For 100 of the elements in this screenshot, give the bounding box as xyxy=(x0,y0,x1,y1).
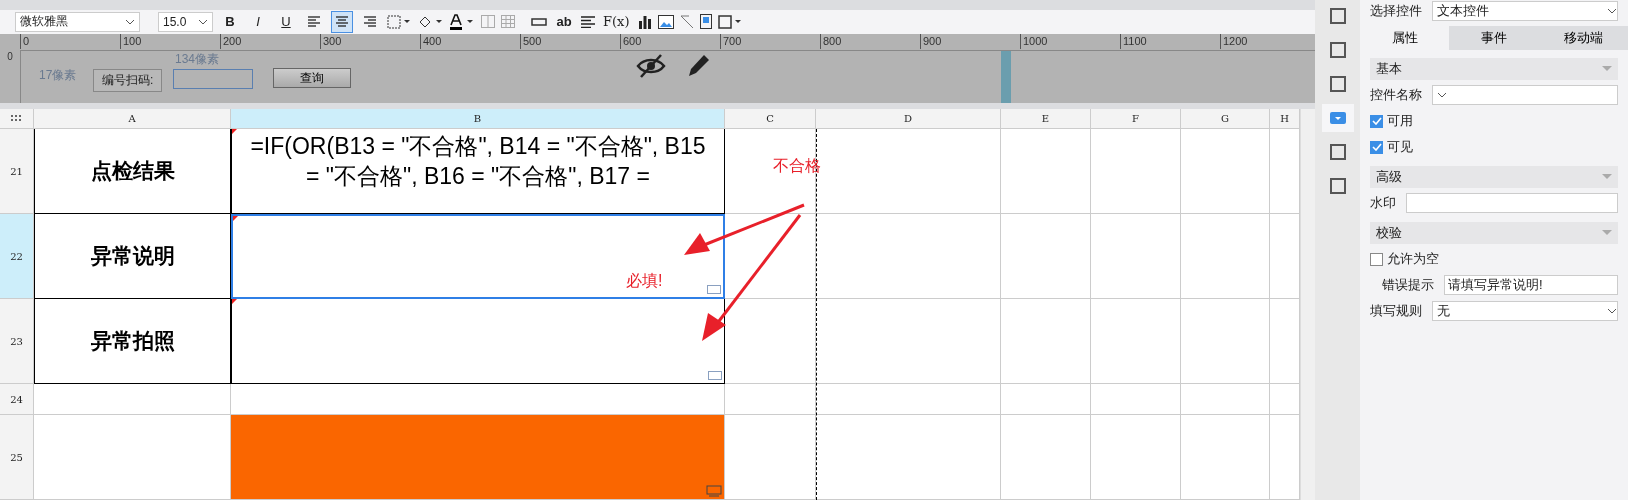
scan-label: 编号扫码: xyxy=(93,69,163,93)
row-header[interactable]: 23 xyxy=(0,299,34,384)
field-label: 控件名称 xyxy=(1370,86,1422,104)
section-header[interactable]: 高级 xyxy=(1370,166,1618,188)
ruler-label: 0 xyxy=(20,34,30,50)
corner-marker-icon xyxy=(233,216,238,221)
row-header[interactable]: 25 xyxy=(0,415,34,500)
collapse-triangle-icon xyxy=(1602,174,1612,180)
dots-grid-icon xyxy=(11,115,22,122)
column-header[interactable]: A xyxy=(34,109,231,129)
column-header[interactable]: D xyxy=(816,109,1001,129)
dropdown-field[interactable]: 无 xyxy=(1432,301,1618,321)
checkbox[interactable] xyxy=(1370,252,1383,266)
widget-indicator-icon xyxy=(708,371,722,381)
row-header[interactable]: 21 xyxy=(0,129,34,214)
align-button[interactable] xyxy=(331,11,353,33)
frame-icon[interactable] xyxy=(717,15,742,29)
merge-cells-icon[interactable] xyxy=(481,15,495,29)
widget-indicator-icon xyxy=(707,285,721,295)
widget-select[interactable]: 文本控件 xyxy=(1432,1,1618,21)
formula-cell: =IF(OR(B13 = "不合格", B14 = "不合格", B15 = "不合格", B16 = "不合格", B17 = xyxy=(231,129,725,214)
section-header[interactable]: 校验 xyxy=(1370,222,1618,244)
font-size-select[interactable]: 15.0 xyxy=(158,12,213,32)
caret-icon xyxy=(1607,308,1617,314)
column-header[interactable]: G xyxy=(1181,109,1270,129)
ruler-label: 400 xyxy=(420,34,442,50)
corner-marker-icon xyxy=(232,299,237,304)
table-cell: 点检结果 xyxy=(34,129,231,214)
checkbox-label: 可见 xyxy=(1387,138,1413,156)
format-button[interactable]: I xyxy=(247,11,269,33)
ruler-label: 1200 xyxy=(1220,34,1248,50)
caret-icon xyxy=(198,19,208,25)
panel-tab[interactable]: 事件 xyxy=(1449,26,1539,50)
height-hint: 17像素 xyxy=(39,67,77,85)
caret-icon xyxy=(125,19,135,25)
label-widget-button[interactable]: ab xyxy=(553,11,575,33)
font-family-select[interactable]: 微软雅黑 xyxy=(15,12,140,32)
ruler-label: 600 xyxy=(620,34,642,50)
ruler-label: 500 xyxy=(520,34,542,50)
bar-chart-icon[interactable] xyxy=(637,15,652,29)
checkbox-label: 允许为空 xyxy=(1387,250,1439,268)
column-header[interactable]: F xyxy=(1091,109,1181,129)
format-button[interactable]: B xyxy=(219,11,241,33)
field-label: 填写规则 xyxy=(1370,302,1422,320)
panel-tab[interactable]: 属性 xyxy=(1360,26,1450,50)
select-all-corner[interactable] xyxy=(0,109,34,129)
row-header[interactable]: 24 xyxy=(0,384,34,415)
row-header[interactable]: 22 xyxy=(0,214,34,299)
column-header[interactable]: B xyxy=(231,109,725,129)
select-widget-label: 选择控件 xyxy=(1370,2,1422,20)
eye-slash-icon[interactable] xyxy=(636,53,666,80)
slash-line-icon[interactable] xyxy=(679,15,694,29)
selected-cell[interactable] xyxy=(231,214,725,299)
align-left-icon xyxy=(308,16,320,28)
query-button[interactable]: 查询 xyxy=(273,68,351,89)
text-field-icon[interactable] xyxy=(531,18,547,26)
format-button[interactable]: U xyxy=(275,11,297,33)
formula-button[interactable]: F(x) xyxy=(601,11,632,33)
ruler-label: 1000 xyxy=(1020,34,1048,50)
ruler-label: 200 xyxy=(220,34,242,50)
image-icon[interactable] xyxy=(657,15,674,29)
scrollbar[interactable] xyxy=(1300,109,1315,500)
collapse-triangle-icon xyxy=(1602,66,1612,72)
input-field[interactable] xyxy=(1406,193,1618,213)
caret-icon xyxy=(1437,92,1447,98)
monitor-icon xyxy=(706,485,722,497)
checkbox[interactable] xyxy=(1370,140,1383,154)
border-icon[interactable] xyxy=(387,15,411,29)
document-icon[interactable] xyxy=(699,14,712,30)
corner-marker-icon xyxy=(232,129,237,134)
input-field[interactable]: 请填写异常说明! xyxy=(1444,275,1618,295)
field-label: 错误提示 xyxy=(1382,276,1434,294)
ruler-label: 900 xyxy=(920,34,942,50)
align-right-icon xyxy=(364,16,376,28)
ruler-label: 1100 xyxy=(1120,34,1147,50)
ruler-label: 100 xyxy=(120,34,142,50)
splitter-handle[interactable] xyxy=(1001,51,1011,104)
align-center-icon xyxy=(336,16,348,28)
column-header[interactable]: E xyxy=(1001,109,1091,129)
table-cell: 异常说明 xyxy=(34,214,231,299)
dropdown-widget-icon[interactable] xyxy=(1321,104,1354,132)
caret-icon xyxy=(1607,8,1617,14)
field-label: 水印 xyxy=(1370,194,1396,212)
dropdown-field[interactable] xyxy=(1432,85,1618,105)
font-color-icon[interactable] xyxy=(449,14,475,30)
column-header[interactable]: H xyxy=(1270,109,1300,129)
text-lines-icon[interactable] xyxy=(581,16,595,28)
section-header[interactable]: 基本 xyxy=(1370,58,1618,80)
table-cell: 异常拍照 xyxy=(34,299,231,384)
panel-tab[interactable]: 移动端 xyxy=(1538,26,1628,50)
width-hint: 134像素 xyxy=(175,51,220,69)
ruler-label: 700 xyxy=(720,34,742,50)
collapse-triangle-icon xyxy=(1602,230,1612,236)
column-header[interactable]: C xyxy=(725,109,816,129)
checkbox[interactable] xyxy=(1370,114,1383,128)
annotation-text: 不合格 xyxy=(773,156,821,176)
checkbox-label: 可用 xyxy=(1387,112,1413,130)
scan-input-field[interactable] xyxy=(173,69,253,90)
ruler-label: 300 xyxy=(320,34,342,50)
ruler-label: 800 xyxy=(820,34,842,50)
